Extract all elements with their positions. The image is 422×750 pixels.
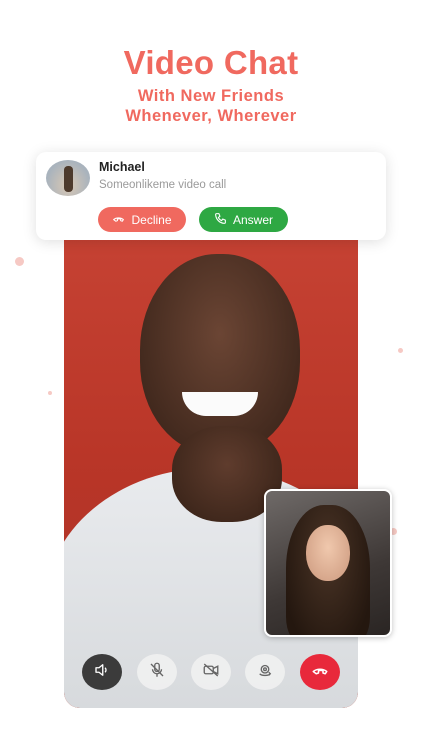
caller-name: Michael [99, 160, 145, 174]
speaker-icon [93, 661, 111, 684]
incoming-call-card: Michael Someonlikeme video call Decline … [36, 152, 386, 240]
remote-video-smile [182, 392, 258, 416]
mute-button[interactable] [137, 654, 177, 690]
headline-title: Video Chat [123, 44, 299, 81]
camera-off-icon [202, 661, 220, 684]
decor-dot [15, 257, 24, 266]
caller-avatar-figure [64, 166, 73, 192]
answer-label: Answer [232, 212, 273, 227]
decor-dot [398, 348, 403, 353]
answer-button[interactable]: Answer [199, 207, 288, 232]
switch-camera-button[interactable] [245, 654, 285, 690]
end-call-button[interactable] [300, 654, 340, 690]
headline-subtitle-1: With New Friends [137, 87, 285, 105]
headline-subtitle-2: Whenever, Wherever [125, 107, 297, 125]
self-video-preview[interactable] [264, 489, 392, 637]
call-subtitle: Someonlikeme video call [99, 179, 227, 191]
caller-avatar [46, 160, 90, 196]
phone-icon [214, 212, 227, 228]
mic-off-icon [148, 661, 166, 684]
end-call-icon [311, 661, 329, 684]
switch-camera-icon [256, 661, 274, 684]
decor-dot [48, 391, 52, 395]
decline-label: Decline [131, 212, 172, 227]
hangup-icon [112, 212, 125, 228]
self-video-face [306, 525, 350, 581]
camera-toggle-button[interactable] [191, 654, 231, 690]
call-controls [82, 654, 340, 690]
decline-button[interactable]: Decline [98, 207, 186, 232]
remote-video-face [140, 254, 300, 454]
speaker-button[interactable] [82, 654, 122, 690]
